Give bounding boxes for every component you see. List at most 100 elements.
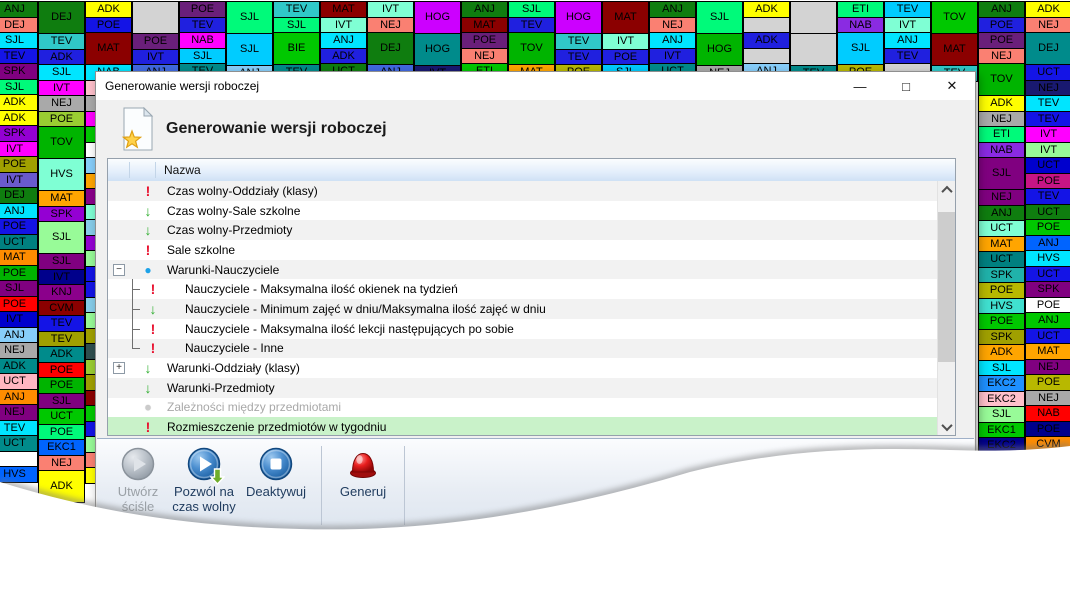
timetable-cell[interactable]: SJL	[837, 32, 884, 65]
timetable-cell[interactable]: UCT	[1025, 157, 1070, 174]
list-item[interactable]: !Sale szkolne	[108, 240, 938, 260]
timetable-cell[interactable]: BIE	[273, 32, 320, 65]
timetable-cell[interactable]: ADK	[743, 1, 790, 18]
expand-toggle[interactable]: +	[113, 362, 125, 374]
timetable-cell[interactable]: MAT	[978, 236, 1025, 253]
timetable-cell[interactable]: DEJ	[1025, 32, 1070, 65]
timetable-cell[interactable]: POE	[38, 424, 85, 441]
timetable-cell[interactable]: DEJ	[38, 1, 85, 34]
timetable-cell[interactable]: IVT	[38, 80, 85, 97]
timetable-cell[interactable]: POE	[1025, 421, 1070, 438]
timetable-cell[interactable]: ANJ	[320, 32, 367, 49]
timetable-cell[interactable]: TOV	[978, 63, 1025, 96]
timetable-cell[interactable]: SJL	[696, 1, 743, 34]
timetable-cell[interactable]: SJL	[0, 280, 38, 297]
timetable-cell[interactable]: IVT	[0, 141, 38, 158]
timetable-cell[interactable]: POE	[85, 17, 132, 34]
timetable-cell[interactable]: NEJ	[0, 342, 38, 359]
timetable-cell[interactable]: TEV	[0, 420, 38, 437]
timetable-cell[interactable]: HOG	[414, 1, 461, 34]
timetable-cell[interactable]: UCT	[0, 234, 38, 251]
timetable-cell[interactable]: POE	[602, 49, 649, 66]
list-item[interactable]: ↓Nauczyciele - Minimum zajęć w dniu/Maks…	[108, 299, 938, 319]
timetable-cell[interactable]: UCT	[978, 251, 1025, 268]
timetable-cell[interactable]: POE	[1025, 219, 1070, 236]
timetable-cell[interactable]: POE	[1025, 374, 1070, 391]
timetable-cell[interactable]: ANJ	[884, 32, 931, 49]
timetable-cell[interactable]	[790, 1, 837, 34]
create-strict-button[interactable]: Utwórz ściśle	[109, 446, 167, 514]
timetable-cell[interactable]: EKC2	[978, 453, 1025, 470]
timetable-cell[interactable]: POE	[179, 1, 226, 18]
list-item[interactable]: ↓Czas wolny-Sale szkolne	[108, 201, 938, 221]
close-button[interactable]: ✕	[929, 72, 975, 100]
timetable-cell[interactable]: ANJ	[1025, 452, 1070, 469]
timetable-cell[interactable]: POE	[38, 362, 85, 379]
timetable-cell[interactable]: MAT	[461, 17, 508, 34]
timetable-cell[interactable]: MAT	[0, 249, 38, 266]
timetable-cell[interactable]: MAT	[320, 1, 367, 18]
timetable-cell[interactable]: NEJ	[38, 455, 85, 472]
timetable-cell[interactable]: TEV	[555, 33, 602, 50]
timetable-cell[interactable]: TOV	[38, 126, 85, 159]
timetable-cell[interactable]: IVT	[602, 33, 649, 50]
timetable-cell[interactable]: EKC2	[978, 437, 1025, 454]
timetable-cell[interactable]: POE	[0, 296, 38, 313]
timetable-cell[interactable]: POE	[978, 313, 1025, 330]
timetable-cell[interactable]: NEJ	[461, 48, 508, 65]
timetable-cell[interactable]: TEV	[0, 48, 38, 65]
timetable-cell[interactable]: NEJ	[978, 111, 1025, 128]
timetable-cell[interactable]: EKC2	[978, 391, 1025, 408]
timetable-cell[interactable]: SPK	[978, 329, 1025, 346]
timetable-cell[interactable]: HOG	[696, 33, 743, 66]
timetable-cell[interactable]: IVT	[38, 269, 85, 286]
timetable-cell[interactable]: MAT	[931, 33, 978, 66]
timetable-cell[interactable]: IVT	[884, 17, 931, 34]
vertical-scrollbar[interactable]	[937, 181, 955, 435]
timetable-cell[interactable]: NEJ	[1025, 80, 1070, 97]
timetable-cell[interactable]: SPK	[38, 206, 85, 223]
list-item[interactable]: −●Warunki-Nauczyciele	[108, 260, 938, 280]
timetable-cell[interactable]: TEV	[884, 1, 931, 18]
list-item[interactable]: !Nauczyciele - Maksymalna ilość okienek …	[108, 279, 938, 299]
timetable-cell[interactable]: ANJ	[0, 1, 38, 18]
minimize-button[interactable]: —	[837, 72, 883, 100]
timetable-cell[interactable]: ANJ	[461, 1, 508, 18]
timetable-cell[interactable]: NEJ	[649, 17, 696, 34]
list-item[interactable]: ●Zależności między przedmiotami	[108, 398, 938, 418]
timetable-cell[interactable]: ADK	[320, 48, 367, 65]
timetable-cell[interactable]: POE	[978, 282, 1025, 299]
timetable-cell[interactable]: ADK	[38, 49, 85, 66]
timetable-cell[interactable]: POE	[1025, 297, 1070, 314]
timetable-cell[interactable]: NEJ	[367, 17, 414, 34]
timetable-cell[interactable]: NAB	[837, 17, 884, 34]
timetable-cell[interactable]: ADK	[0, 358, 38, 375]
timetable-cell[interactable]: SJL	[226, 1, 273, 34]
timetable-cell[interactable]: SJL	[226, 33, 273, 66]
timetable-cell[interactable]: SPK	[0, 63, 38, 80]
timetable-cell[interactable]: SJL	[273, 17, 320, 34]
timetable-cell[interactable]: POE	[38, 377, 85, 394]
timetable-cell[interactable]: SJL	[0, 79, 38, 96]
list-item[interactable]: +↓Warunki-Oddziały (klasy)	[108, 358, 938, 378]
timetable-cell[interactable]: SJL	[179, 48, 226, 65]
timetable-cell[interactable]: ANJ	[0, 389, 38, 406]
timetable-cell[interactable]: DEJ	[0, 17, 38, 34]
timetable-cell[interactable]: UCT	[0, 373, 38, 390]
timetable-cell[interactable]: SPK	[978, 267, 1025, 284]
timetable-cell[interactable]: SJL	[508, 1, 555, 18]
timetable-cell[interactable]: SJL	[978, 157, 1025, 190]
timetable-cell[interactable]: ADK	[743, 32, 790, 49]
timetable-cell[interactable]: IVT	[367, 1, 414, 18]
timetable-cell[interactable]: IVT	[1025, 142, 1070, 159]
timetable-cell[interactable]: NAB	[978, 142, 1025, 159]
timetable-cell[interactable]: IVT	[649, 48, 696, 65]
timetable-cell[interactable]: IVT	[1025, 126, 1070, 143]
scroll-down-button[interactable]	[938, 418, 955, 435]
timetable-cell[interactable]: POE	[1025, 173, 1070, 190]
timetable-cell[interactable]: NAB	[1025, 405, 1070, 422]
timetable-cell[interactable]: POE	[132, 33, 179, 50]
timetable-cell[interactable]	[743, 48, 790, 65]
timetable-cell[interactable]: SJL	[38, 221, 85, 254]
timetable-cell[interactable]: ANJ	[0, 327, 38, 344]
